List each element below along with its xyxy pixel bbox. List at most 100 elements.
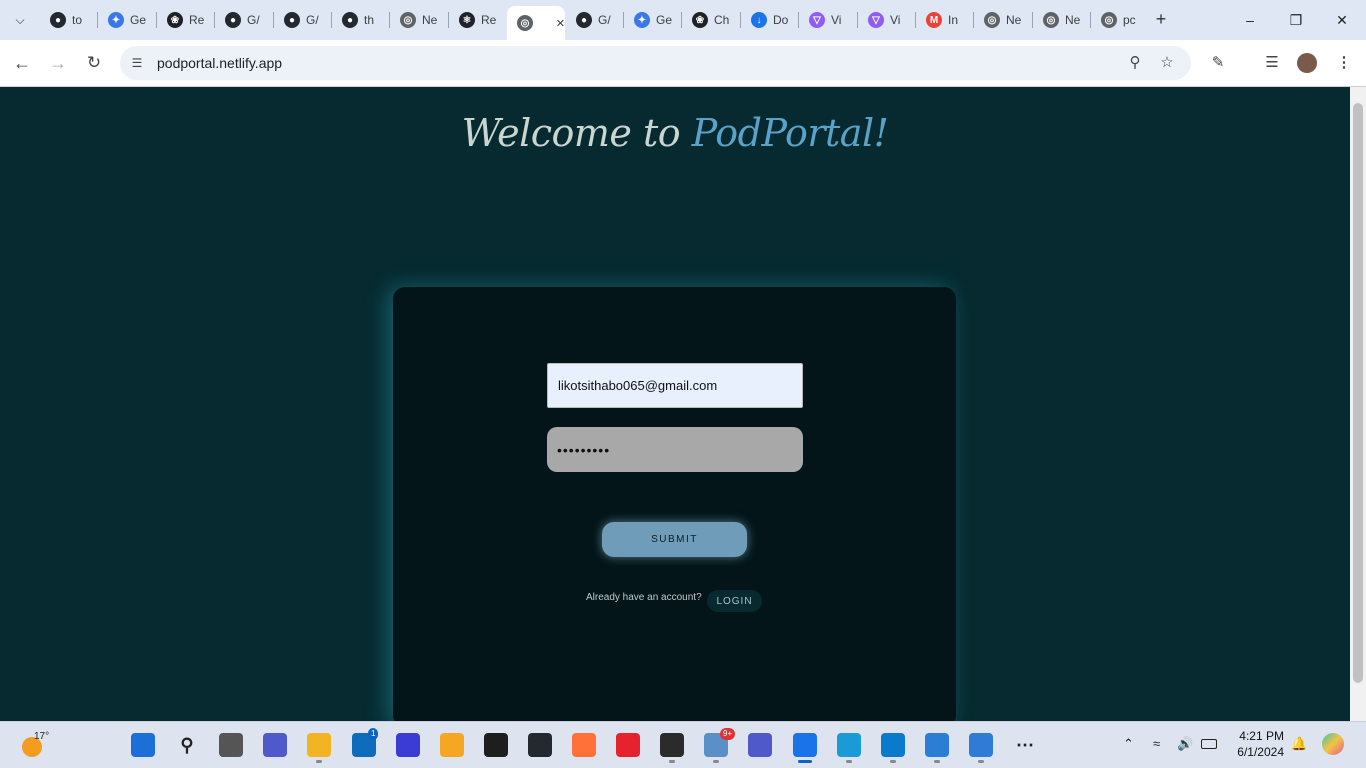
media-control-icon[interactable]: ☰ — [1261, 52, 1283, 74]
tab-separator — [681, 12, 682, 28]
tab-title: Re — [481, 13, 497, 27]
extensions-icon[interactable]: ✎ — [1207, 52, 1229, 74]
address-bar[interactable]: ☰ podportal.netlify.app ⚲ ☆ — [120, 46, 1191, 80]
restore-button[interactable]: ❐ — [1284, 8, 1308, 32]
tab-9[interactable]: ● G/ — [566, 6, 624, 34]
copilot-icon[interactable] — [1322, 733, 1344, 755]
running-indicator — [846, 760, 852, 763]
already-account-text: Already have an account? — [586, 592, 702, 603]
tab-4[interactable]: ● G/ — [274, 6, 332, 34]
tab-title: Ne — [1065, 13, 1081, 27]
volume-icon[interactable]: 🔊 — [1177, 736, 1193, 752]
wifi-icon[interactable]: ≈ — [1153, 736, 1160, 751]
tab-title: Ge — [656, 13, 672, 27]
close-window-button[interactable]: ✕ — [1330, 8, 1354, 32]
search-icon[interactable]: ⚲ — [175, 733, 199, 757]
running-indicator — [890, 760, 896, 763]
forward-button[interactable]: → — [45, 50, 71, 76]
app-icon[interactable] — [440, 733, 464, 757]
start-icon[interactable] — [131, 733, 155, 757]
tab-separator — [798, 12, 799, 28]
task-view-icon[interactable] — [219, 733, 243, 757]
tab-title: G/ — [306, 13, 319, 27]
submit-button[interactable]: SUBMIT — [602, 522, 747, 557]
tab-search-chevron-icon[interactable]: ⌵ — [8, 8, 32, 32]
browser-toolbar: ← → ↻ ☰ podportal.netlify.app ⚲ ☆ ✎ ☰ ⋮ — [0, 40, 1366, 87]
tab-12[interactable]: ↓ Do — [741, 6, 799, 34]
chrome-icon[interactable] — [793, 733, 817, 757]
notepad-icon[interactable] — [925, 733, 949, 757]
page-viewport: Welcome to PodPortal! SUBMIT Already hav… — [0, 87, 1350, 721]
opera-icon[interactable] — [616, 733, 640, 757]
tab-15[interactable]: M In — [916, 6, 974, 34]
tab-title: Ch — [714, 13, 730, 27]
github-desktop-icon[interactable] — [528, 733, 552, 757]
weather-widget[interactable]: 17° — [22, 731, 50, 757]
login-button[interactable]: LOGIN — [707, 590, 762, 612]
app-icon[interactable] — [396, 733, 420, 757]
password-field[interactable] — [547, 427, 803, 472]
app-icon[interactable] — [660, 733, 684, 757]
teams-icon[interactable] — [263, 733, 287, 757]
gemini-icon: ✦ — [634, 12, 650, 28]
tab-8[interactable]: ◎ ✕ — [507, 6, 565, 40]
tab-title: In — [948, 13, 959, 27]
scrollbar-thumb[interactable] — [1353, 103, 1363, 683]
temperature-text: 17° — [34, 731, 50, 742]
more-apps-icon[interactable]: ⋯ — [1013, 733, 1037, 757]
new-tab-button[interactable]: + — [1150, 8, 1172, 30]
file-explorer-icon[interactable] — [307, 733, 331, 757]
back-button[interactable]: ← — [9, 50, 35, 76]
notification-bell-icon[interactable]: 🔔 — [1291, 736, 1307, 752]
email-field[interactable] — [547, 363, 803, 408]
clock-time: 4:21 PM — [1239, 729, 1284, 743]
tab-5[interactable]: ● th — [332, 6, 390, 34]
zoom-icon[interactable]: ⚲ — [1126, 54, 1144, 72]
vscode-icon[interactable] — [881, 733, 905, 757]
tab-10[interactable]: ✦ Ge — [624, 6, 682, 34]
tab-16[interactable]: ◎ Ne — [974, 6, 1032, 34]
photos-icon[interactable] — [969, 733, 993, 757]
github-icon: ● — [284, 12, 300, 28]
system-clock[interactable]: 4:21 PM 6/1/2024 — [1228, 728, 1284, 760]
site-info-icon[interactable]: ☰ — [128, 54, 146, 72]
tab-2[interactable]: ❀ Re — [157, 6, 215, 34]
signup-card: SUBMIT Already have an account? LOGIN — [393, 287, 956, 721]
github-icon: ● — [225, 12, 241, 28]
tab-11[interactable]: ❀ Ch — [682, 6, 740, 34]
profile-avatar[interactable] — [1297, 53, 1317, 73]
browser-menu-icon[interactable]: ⋮ — [1333, 52, 1355, 74]
show-hidden-icons-icon[interactable]: ⌃ — [1123, 736, 1134, 752]
tab-separator — [1032, 12, 1033, 28]
close-tab-icon[interactable]: ✕ — [556, 17, 565, 30]
tab-strip: ⌵ ● to ✦ Ge ❀ Re ● G/● G/● th ◎ Ne ⚛ Re ◎ ✕ ● G/✦ Ge ❀ Ch ↓ Do… — [0, 0, 1366, 40]
tab-separator — [623, 12, 624, 28]
figma-icon[interactable] — [484, 733, 508, 757]
tab-title: Ne — [1006, 13, 1022, 27]
battery-icon[interactable] — [1201, 739, 1217, 749]
minimize-button[interactable]: – — [1238, 8, 1262, 32]
tab-6[interactable]: ◎ Ne — [390, 6, 448, 34]
tab-3[interactable]: ● G/ — [215, 6, 273, 34]
tab-0[interactable]: ● to — [40, 6, 98, 34]
tab-1[interactable]: ✦ Ge — [98, 6, 156, 34]
openai-icon: ❀ — [167, 12, 183, 28]
edge-icon[interactable] — [837, 733, 861, 757]
heading-prefix: Welcome to — [461, 111, 692, 155]
running-indicator — [316, 760, 322, 763]
tab-title: Vi — [831, 13, 842, 27]
reload-button[interactable]: ↻ — [81, 50, 107, 76]
url-text[interactable]: podportal.netlify.app — [157, 55, 282, 71]
running-indicator — [798, 760, 812, 763]
tab-separator — [389, 12, 390, 28]
tab-18[interactable]: ◎ pc — [1091, 6, 1149, 34]
page-scrollbar[interactable] — [1350, 87, 1366, 721]
tab-14[interactable]: ▽ Vi — [858, 6, 916, 34]
tab-17[interactable]: ◎ Ne — [1033, 6, 1091, 34]
github-icon: ● — [50, 12, 66, 28]
firefox-icon[interactable] — [572, 733, 596, 757]
tab-13[interactable]: ▽ Vi — [799, 6, 857, 34]
bookmark-star-icon[interactable]: ☆ — [1158, 54, 1176, 72]
tab-7[interactable]: ⚛ Re — [449, 6, 507, 34]
teams-new-icon[interactable] — [748, 733, 772, 757]
